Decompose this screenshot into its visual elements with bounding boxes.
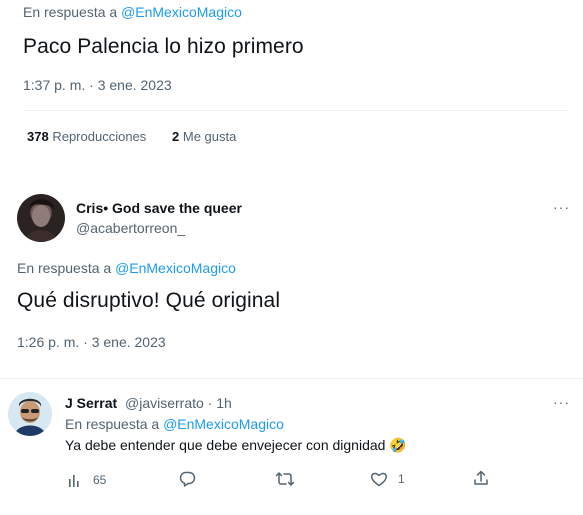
reply-prefix: En respuesta a [17,260,112,276]
tweet-text: Paco Palencia lo hizo primero [23,35,304,58]
reply-prefix: En respuesta a [23,4,118,20]
views-count: 378 [27,129,49,144]
more-options-icon[interactable]: ··· [553,394,570,410]
divider [23,110,568,111]
likes-label: Me gusta [182,129,237,144]
views-label: Reproducciones [52,129,147,144]
views-stat[interactable]: 378 Reproducciones [27,129,146,144]
bar-chart-icon [69,475,79,487]
author-name[interactable]: J Serrat [65,395,117,411]
reply-to-line: En respuesta a @EnMexicoMagico [65,416,284,432]
mention-link[interactable]: @EnMexicoMagico [163,416,284,432]
reply-to-line: En respuesta a @EnMexicoMagico [23,4,242,20]
tweet-text: Ya debe entender que debe envejecer con … [65,437,407,453]
avatar[interactable] [8,392,52,436]
avatar-image [8,392,52,436]
tweet-detail-1: En respuesta a @EnMexicoMagico Paco Pale… [8,0,583,160]
tweet-detail-2: Cris• God save the queer @acabertorreon_… [3,186,578,350]
share-icon [474,470,488,485]
share-action[interactable] [472,469,490,487]
tweet-text: Qué disruptivo! Qué original [17,289,281,312]
speech-bubble-icon [179,471,196,487]
mention-link[interactable]: @EnMexicoMagico [121,4,242,20]
tweet-reply-3[interactable]: J Serrat @javiserrato · 1h ··· En respue… [0,378,583,515]
mention-link[interactable]: @EnMexicoMagico [115,260,236,276]
avatar-image [25,199,57,242]
reply-to-line: En respuesta a @EnMexicoMagico [17,260,236,276]
views-count: 65 [93,473,107,487]
author-handle-time[interactable]: @javiserrato · 1h [125,395,232,411]
like-action[interactable]: 1 [370,470,405,488]
tweet-timestamp[interactable]: 1:26 p. m. · 3 ene. 2023 [17,334,166,350]
views-action[interactable]: 65 [67,472,106,488]
more-options-icon[interactable]: ··· [553,199,570,215]
retweet-icon [275,472,295,486]
author-handle[interactable]: @acabertorreon_ [76,220,185,236]
reply-prefix: En respuesta a [65,416,160,432]
likes-count: 2 [172,129,180,144]
retweet-action[interactable] [275,470,295,488]
likes-count: 1 [398,472,405,486]
avatar[interactable] [17,194,65,242]
reply-action[interactable] [178,470,196,488]
author-name[interactable]: Cris• God save the queer [76,200,242,216]
tweet-timestamp[interactable]: 1:37 p. m. · 3 ene. 2023 [23,77,172,93]
heart-icon [371,472,387,487]
likes-stat[interactable]: 2 Me gusta [172,129,236,144]
